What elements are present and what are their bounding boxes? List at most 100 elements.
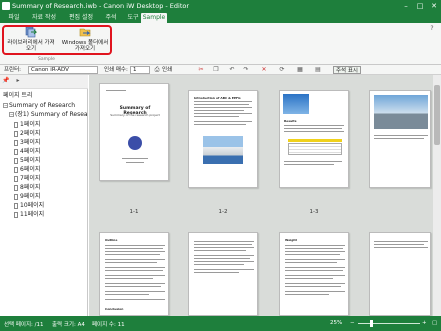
rotate-icon[interactable]: ⟳ — [278, 66, 286, 74]
selected-pages: 선택 페이지: /11 — [4, 322, 44, 328]
redo-icon[interactable]: ↷ — [242, 66, 250, 74]
undo-icon[interactable]: ↶ — [228, 66, 236, 74]
delete-icon[interactable]: ✕ — [260, 66, 268, 74]
tree-page-item[interactable]: 7페이지 — [14, 174, 40, 183]
page-thumbnail[interactable]: Outline Conclusion — [99, 232, 169, 316]
zoom-slider-thumb[interactable] — [370, 320, 373, 327]
tree-page-label: 8페이지 — [20, 184, 41, 191]
thumb-title: Introduction of ABC & EEFG — [194, 96, 241, 100]
page-icon — [14, 130, 18, 137]
tree-root[interactable]: − Summary of Research — [3, 101, 75, 110]
copies-label: 인쇄 매수: — [104, 67, 128, 73]
print-button[interactable]: 인쇄 — [162, 66, 172, 74]
page-thumbnail[interactable]: Weight — [279, 232, 349, 316]
tree-chapter[interactable]: − (장1) Summary of Resea — [9, 110, 88, 119]
page-count: 페이지 수: 11 — [92, 322, 125, 328]
printer-label: 프린터: — [4, 67, 22, 73]
page-thumbnail[interactable] — [369, 232, 431, 316]
show-annotations-button[interactable]: 주석 표시 — [333, 66, 361, 74]
tree-page-item[interactable]: 8페이지 — [14, 183, 40, 192]
tree-page-label: 4페이지 — [20, 148, 41, 155]
tab-sample[interactable]: Sample — [141, 13, 167, 23]
logo-seal — [128, 136, 142, 150]
tree-page-item[interactable]: 3페이지 — [14, 138, 40, 147]
scrollbar-thumb[interactable] — [434, 85, 440, 145]
tree-chapter-label: (장1) Summary of Resea — [15, 111, 88, 118]
thumb-title: Weight — [285, 238, 297, 242]
page-thumbnail[interactable]: Introduction of ABC & EEFG — [188, 90, 258, 188]
fit-page-icon[interactable]: ▢ — [432, 320, 437, 326]
thumbnail-area: Summary of Research Summary of the resea… — [89, 75, 441, 316]
tree-root-label: Summary of Research — [9, 102, 76, 109]
tree-page-label: 1페이지 — [20, 121, 41, 128]
page-icon — [14, 121, 18, 128]
tree-page-label: 6페이지 — [20, 166, 41, 173]
page-thumbnail[interactable] — [188, 232, 258, 316]
page-layout-icon[interactable]: ▦ — [296, 66, 304, 74]
help-icon[interactable]: ? — [428, 25, 436, 33]
tree-page-label: 7페이지 — [20, 175, 41, 182]
thumb-photo — [374, 95, 428, 129]
tree-page-item[interactable]: 6페이지 — [14, 165, 40, 174]
tab-tools[interactable]: 도구 — [123, 13, 143, 23]
page-icon — [14, 157, 18, 164]
thumb-subtitle: Summary of the research project — [110, 113, 160, 117]
printer-select[interactable]: Canon iR-ADV — [28, 66, 98, 74]
page-icon — [14, 175, 18, 182]
zoom-slider[interactable] — [358, 323, 420, 324]
tree-page-item[interactable]: 4페이지 — [14, 147, 40, 156]
page-thumbnail[interactable] — [369, 90, 431, 188]
page-icon — [14, 184, 18, 191]
tab-edit-settings[interactable]: 편집 설정 — [64, 13, 98, 23]
page-tree-toolbar: 📌 ▸ — [0, 75, 88, 89]
view-icon[interactable]: ▤ — [314, 66, 322, 74]
zoom-in-icon[interactable]: + — [422, 320, 427, 326]
expand-icon[interactable]: ▸ — [14, 77, 22, 85]
tab-create[interactable]: 자료 작성 — [27, 13, 61, 23]
vertical-scrollbar[interactable] — [433, 75, 441, 316]
thumb-title: Results — [284, 119, 297, 123]
page-thumbnail[interactable]: Results — [279, 90, 349, 188]
cut-icon[interactable]: ✂ — [197, 66, 205, 74]
close-button[interactable]: ✕ — [428, 1, 440, 11]
minimize-button[interactable]: – — [400, 1, 412, 11]
tree-page-label: 3페이지 — [20, 139, 41, 146]
thumb-title: Outline — [105, 238, 118, 242]
page-icon — [14, 202, 18, 209]
page-label: 1-3 — [309, 209, 319, 215]
tab-annotation[interactable]: 주석 — [101, 13, 121, 23]
page-tree-pane: 📌 ▸ 페이지 트리 − Summary of Research − (장1) Su… — [0, 75, 88, 316]
page-thumbnail[interactable]: Summary of Research Summary of the resea… — [99, 83, 169, 181]
ribbon-tab-bar: 파일 자료 작성 편집 설정 주석 도구 Sample — [0, 12, 441, 23]
page-label: 1-1 — [129, 209, 139, 215]
maximize-button[interactable]: □ — [414, 1, 426, 11]
collapse-icon[interactable]: − — [3, 103, 8, 108]
thumb-table — [288, 143, 342, 155]
pin-icon[interactable]: 📌 — [2, 77, 10, 85]
thumb-heading: Conclusion — [105, 307, 124, 311]
highlight-box — [2, 25, 112, 55]
tree-page-item[interactable]: 1페이지 — [14, 120, 40, 129]
page-tree-title: 페이지 트리 — [3, 92, 33, 99]
tree-page-item[interactable]: 9페이지 — [14, 192, 40, 201]
tree-page-item[interactable]: 2페이지 — [14, 129, 40, 138]
tab-file[interactable]: 파일 — [4, 13, 24, 23]
printer-icon[interactable]: ⎙ — [153, 66, 161, 74]
tree-page-item[interactable]: 5페이지 — [14, 156, 40, 165]
tree-page-item[interactable]: 11페이지 — [14, 210, 44, 219]
page-icon — [14, 148, 18, 155]
zoom-out-icon[interactable]: − — [350, 320, 355, 326]
thumb-photo — [203, 136, 243, 164]
copy-icon[interactable]: ❐ — [212, 66, 220, 74]
tree-page-label: 10페이지 — [20, 202, 45, 209]
page-icon — [14, 193, 18, 200]
zoom-level: 25% — [330, 320, 343, 326]
tree-page-label: 9페이지 — [20, 193, 41, 200]
tree-page-item[interactable]: 10페이지 — [14, 201, 44, 210]
title-bar: Summary of Research.iwb - Canon iW Deskt… — [0, 0, 441, 12]
page-icon — [14, 211, 18, 218]
tree-page-label: 2페이지 — [20, 130, 41, 137]
collapse-icon[interactable]: − — [9, 112, 14, 117]
status-bar: 선택 페이지: /11 출력 크기: A4 페이지 수: 11 25% − + … — [0, 316, 441, 331]
copies-stepper[interactable]: 1 — [130, 66, 150, 74]
